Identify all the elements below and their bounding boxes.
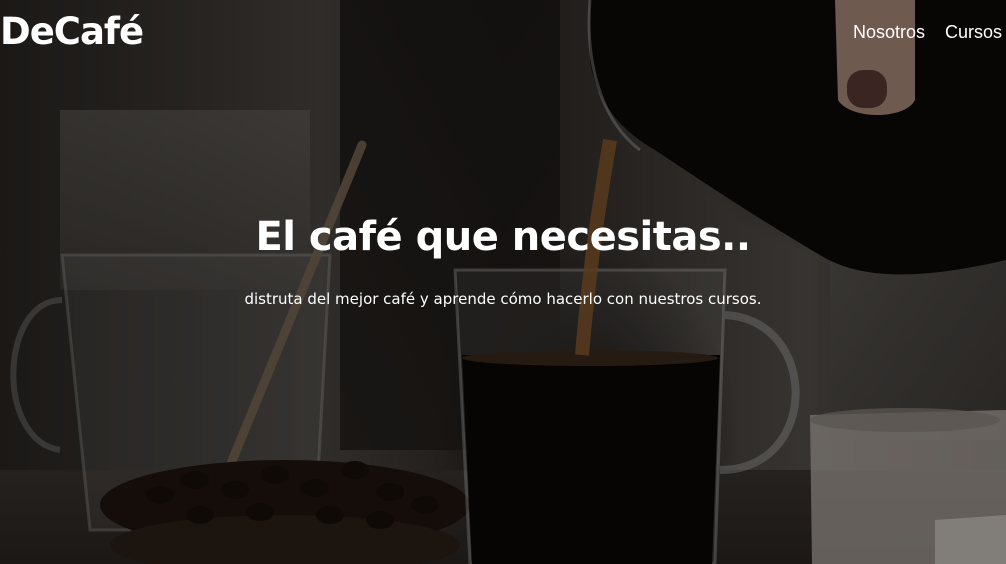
nav-link-nosotros[interactable]: Nosotros	[853, 22, 925, 43]
hero-background-image	[0, 0, 1006, 564]
hero-subtitle: distruta del mejor café y aprende cómo h…	[244, 290, 762, 308]
main-nav: Nosotros Cursos	[853, 22, 1002, 43]
hero-dark-overlay	[0, 0, 1006, 564]
hero-title: El café que necesitas..	[255, 214, 751, 260]
site-logo[interactable]: DeCafé	[0, 10, 144, 53]
nav-link-cursos[interactable]: Cursos	[945, 22, 1002, 43]
